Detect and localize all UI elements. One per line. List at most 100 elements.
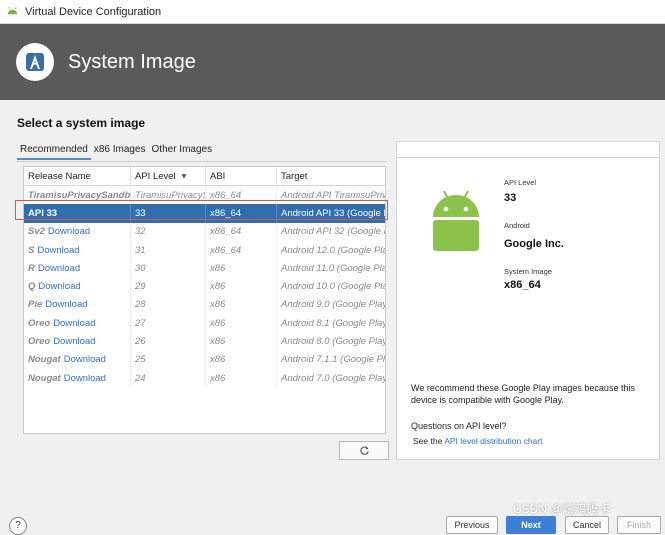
- api-level-cell: 28: [131, 295, 206, 315]
- column-header-target[interactable]: Target: [277, 167, 385, 185]
- release-name-cell: TiramisuPrivacySandbox: [24, 186, 131, 205]
- release-name-cell: Oreo Download: [24, 314, 131, 333]
- column-header-abi[interactable]: ABI: [206, 167, 277, 185]
- tab-x86-images[interactable]: x86 Images: [91, 144, 149, 160]
- cancel-button[interactable]: Cancel: [565, 516, 609, 534]
- target-cell: Android 7.1.1 (Google Pla: [281, 354, 385, 366]
- table-row[interactable]: Nougat Download 25 x86 Android 7.1.1 (Google…: [24, 350, 385, 369]
- next-button[interactable]: Next: [506, 516, 556, 534]
- api-distribution-chart-link[interactable]: API level distribution chart: [444, 436, 542, 446]
- column-header-release-name[interactable]: Release Name: [24, 167, 131, 185]
- api-level-cell: 32: [131, 222, 206, 241]
- vendor-value: Google Inc.: [504, 238, 564, 250]
- target-cell: Android 9.0 (Google Play): [281, 299, 385, 311]
- abi-cell: x86: [206, 314, 277, 333]
- table-row[interactable]: Oreo Download 27 x86 Android 8.1 (Google Pla…: [24, 314, 385, 333]
- table-body: TiramisuPrivacySandboxTiramisuPrivacySax…: [24, 186, 385, 388]
- system-image-value: x86_64: [504, 279, 541, 291]
- tab-other-images[interactable]: Other Images: [149, 144, 216, 160]
- abi-cell: x86: [206, 259, 277, 278]
- refresh-button[interactable]: [339, 441, 389, 460]
- previous-button[interactable]: Previous: [446, 516, 498, 534]
- window-titlebar: Virtual Device Configuration: [0, 0, 665, 24]
- table-row[interactable]: Pie Download 28 x86 Android 9.0 (Google Play…: [24, 295, 385, 315]
- table-row[interactable]: Q Download 29 x86 Android 10.0 (Google Play: [24, 277, 385, 296]
- release-name-cell: Sv2 Download: [24, 222, 131, 241]
- download-link[interactable]: Download: [48, 226, 90, 237]
- abi-cell: x86_64: [206, 186, 277, 205]
- abi-cell: x86: [206, 332, 277, 351]
- system-image-table[interactable]: Release Name API Level ▾ ABI Target Tira…: [23, 166, 386, 434]
- table-row[interactable]: R Download 30 x86 Android 11.0 (Google Play: [24, 259, 385, 278]
- abi-cell: x86: [206, 350, 277, 369]
- release-name-cell: S Download: [24, 240, 131, 260]
- release-name: Oreo: [28, 336, 51, 348]
- sort-descending-icon: ▾: [181, 171, 187, 182]
- column-header-api-level[interactable]: API Level ▾: [131, 167, 206, 185]
- target-cell: Android API 33 (Google P: [281, 207, 385, 219]
- release-name-cell: R Download: [24, 259, 131, 278]
- abi-cell: x86_64: [206, 240, 277, 260]
- target-cell: Android API 32 (Google P: [281, 226, 385, 238]
- api-level-value: 33: [504, 192, 517, 204]
- release-name-cell: API 33: [24, 204, 131, 223]
- download-link[interactable]: Download: [53, 336, 95, 347]
- api-level-cell: 27: [131, 314, 206, 333]
- release-name: R: [28, 262, 35, 274]
- download-link[interactable]: Download: [37, 245, 79, 256]
- help-button[interactable]: ?: [9, 517, 27, 535]
- abi-cell: x86: [206, 295, 277, 315]
- release-name: Nougat: [28, 354, 61, 366]
- api-level-cell: 33: [131, 204, 206, 223]
- table-row[interactable]: Sv2 Download 32 x86_64 Android API 32 (Googl…: [24, 222, 385, 241]
- api-level-cell: 29: [131, 277, 206, 296]
- release-name: Sv2: [28, 226, 45, 238]
- table-row[interactable]: S Download 31 x86_64 Android 12.0 (Google Pl…: [24, 240, 385, 260]
- banner-title: System Image: [68, 50, 196, 73]
- api-level-cell: 26: [131, 332, 206, 351]
- watermark-text: CSDN @炫鸡码卡: [513, 502, 611, 516]
- download-link[interactable]: Download: [38, 263, 80, 274]
- target-cell: Android API TiramisuPrivacy: [281, 189, 385, 201]
- release-name: API 33: [28, 207, 58, 219]
- api-chart-hint: See the API level distribution chart: [413, 436, 542, 446]
- release-name: S: [28, 244, 35, 256]
- avd-logo: [16, 43, 54, 81]
- abi-cell: x86_64: [206, 222, 277, 241]
- abi-cell: x86: [206, 277, 277, 296]
- target-cell: Android 11.0 (Google Play: [281, 262, 385, 274]
- api-level-label: API Level: [504, 178, 537, 187]
- download-link[interactable]: Download: [64, 373, 106, 384]
- table-header: Release Name API Level ▾ ABI Target: [24, 167, 385, 186]
- target-cell: Android 12.0 (Google Play: [281, 244, 385, 256]
- release-name: Pie: [28, 299, 43, 311]
- release-name-cell: Nougat Download: [24, 350, 131, 369]
- tab-recommended[interactable]: Recommended: [17, 144, 91, 160]
- download-link[interactable]: Download: [64, 354, 106, 365]
- table-row[interactable]: Nougat Download 24 x86 Android 7.0 (Google P…: [24, 368, 385, 388]
- system-image-label: System Image: [504, 267, 552, 276]
- table-row[interactable]: TiramisuPrivacySandboxTiramisuPrivacySax…: [24, 186, 385, 205]
- api-level-cell: 24: [131, 368, 206, 388]
- android-studio-icon: [7, 7, 18, 15]
- release-name: Nougat: [28, 372, 61, 384]
- header-banner: System Image: [0, 24, 665, 100]
- api-level-cell: TiramisuPrivacySa: [131, 186, 206, 205]
- target-cell: Android 8.0 (Google Play): [281, 336, 385, 348]
- download-link[interactable]: Download: [45, 299, 87, 310]
- tab-divider: [17, 161, 387, 162]
- release-name: Oreo: [28, 317, 51, 329]
- release-name-cell: Q Download: [24, 277, 131, 296]
- table-row-selected[interactable]: API 33 33 x86_64 Android API 33 (Google P: [24, 204, 385, 223]
- download-link[interactable]: Download: [53, 318, 95, 329]
- recommendation-text: We recommend these Google Play images be…: [411, 383, 635, 405]
- api-level-cell: 30: [131, 259, 206, 278]
- table-row[interactable]: Oreo Download 26 x86 Android 8.0 (Google Pla…: [24, 332, 385, 351]
- android-label: Android: [504, 221, 530, 230]
- abi-cell: x86: [206, 368, 277, 388]
- release-name: TiramisuPrivacySandbox: [28, 189, 131, 201]
- window-title: Virtual Device Configuration: [25, 5, 162, 18]
- download-link[interactable]: Download: [38, 281, 80, 292]
- finish-button[interactable]: Finish: [617, 516, 661, 534]
- target-cell: Android 8.1 (Google Play): [281, 317, 385, 329]
